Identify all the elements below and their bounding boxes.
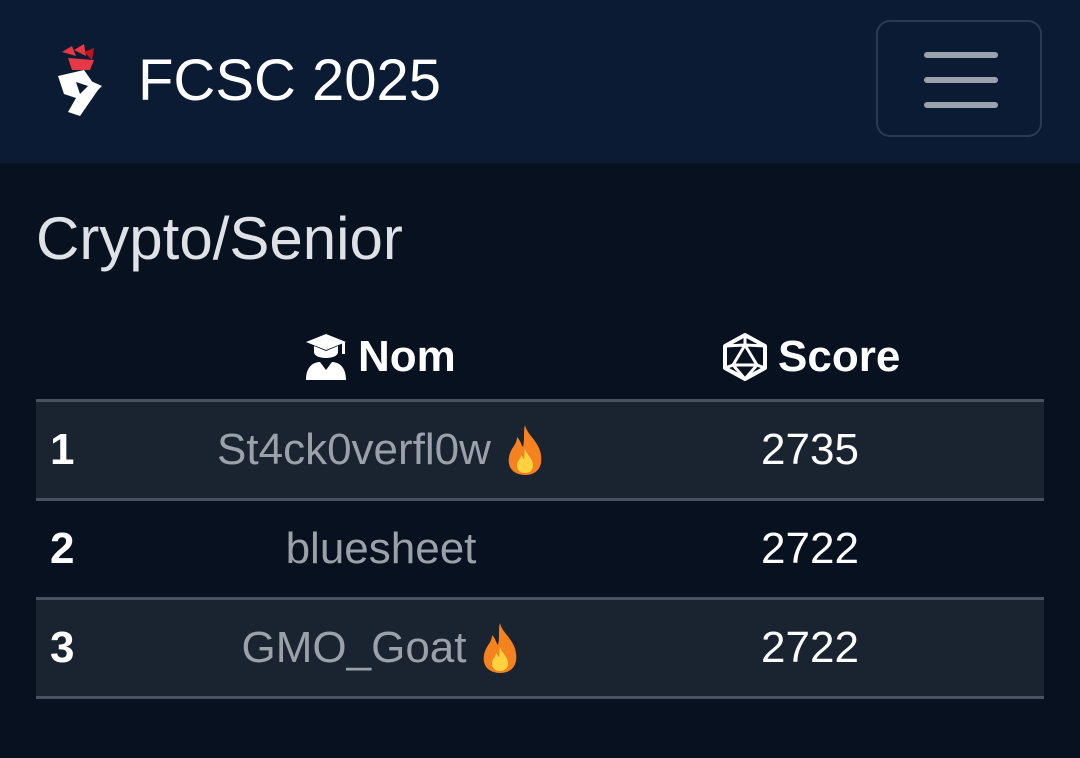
team-name-cell: GMO_Goat [151, 600, 611, 696]
table-row: 3 GMO_Goat 2722 [36, 600, 1044, 699]
team-name-cell: St4ck0verfl0w [151, 402, 611, 498]
column-header-score[interactable]: Score [722, 315, 900, 399]
fcsc-rooster-logo-icon [58, 44, 102, 116]
app-title: FCSC 2025 [138, 47, 442, 113]
score-cell: 2735 [761, 425, 859, 474]
user-graduate-icon [306, 334, 346, 380]
fire-icon [484, 623, 517, 673]
table-row: 2 bluesheet 2722 [36, 501, 1044, 600]
table-header: Nom Score [36, 315, 1044, 402]
scoreboard-table: Nom Score 1 St4ck0verfl0w 2735 2 blueshe… [36, 315, 1044, 699]
navbar: FCSC 2025 [0, 0, 1080, 163]
rank-cell: 1 [50, 425, 75, 474]
d20-dice-icon [723, 333, 767, 381]
column-header-name[interactable]: Nom [304, 315, 456, 399]
team-name-link[interactable]: GMO_Goat [242, 623, 467, 673]
score-cell: 2722 [761, 524, 859, 573]
menu-toggle-button[interactable] [876, 20, 1042, 137]
column-label-name: Nom [358, 332, 456, 381]
team-name-link[interactable]: bluesheet [286, 524, 477, 574]
team-name-link[interactable]: St4ck0verfl0w [217, 425, 491, 475]
fire-icon [508, 425, 542, 475]
rank-cell: 3 [50, 623, 75, 672]
brand-link[interactable]: FCSC 2025 [54, 40, 441, 120]
score-cell: 2722 [761, 623, 859, 672]
category-title: Crypto/Senior [36, 205, 403, 272]
column-label-score: Score [778, 332, 901, 381]
table-row: 1 St4ck0verfl0w 2735 [36, 402, 1044, 501]
rank-cell: 2 [50, 524, 75, 573]
team-name-cell: bluesheet [151, 501, 611, 597]
